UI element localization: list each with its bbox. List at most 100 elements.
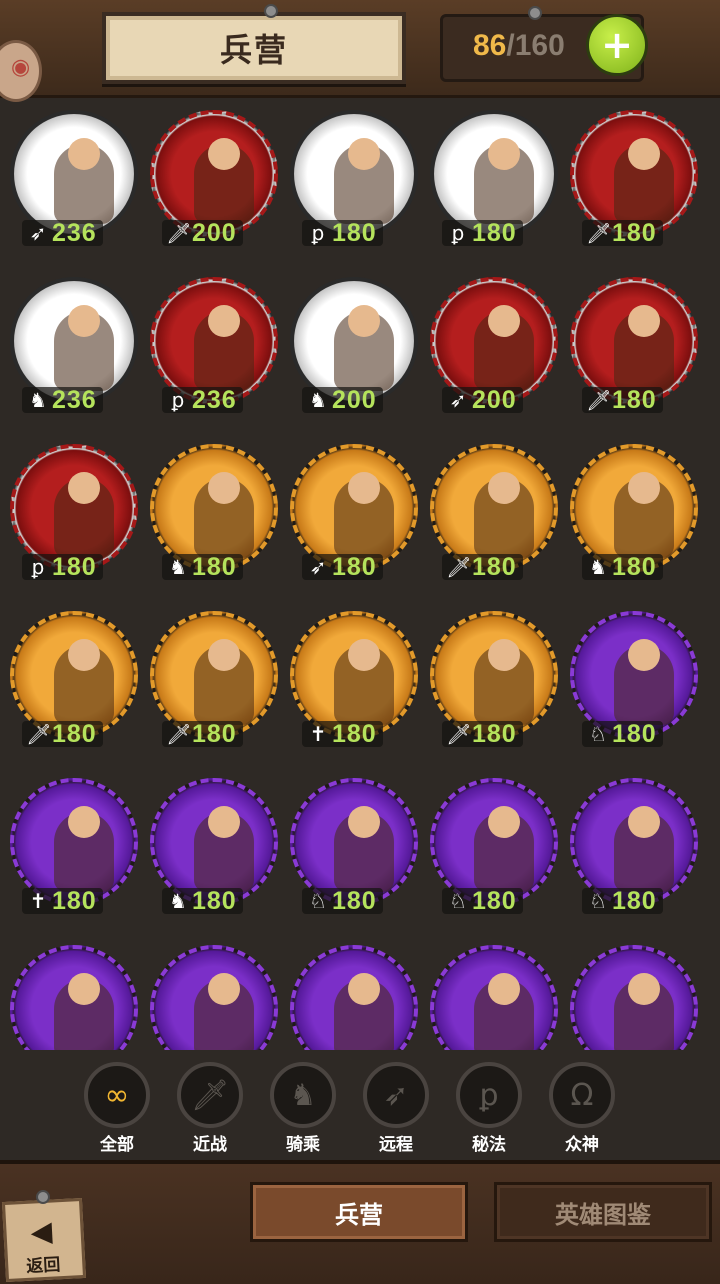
- unit-power-value: 180: [472, 218, 517, 247]
- filter-mount[interactable]: ♞ 骑乘: [265, 1062, 341, 1158]
- back-arrow-icon: ◀: [29, 1214, 53, 1249]
- unit-card[interactable]: ꝑ 180: [4, 438, 144, 598]
- unit-power-value: 180: [612, 886, 657, 915]
- unit-figure: [614, 806, 674, 892]
- add-capacity-button[interactable]: +: [586, 14, 648, 76]
- unit-card[interactable]: ♞ 200: [284, 271, 424, 431]
- ranged-bow-icon: ➶: [29, 221, 47, 245]
- unit-card[interactable]: 🗡 180: [4, 605, 144, 765]
- mount-divine-icon: ♘: [309, 889, 327, 913]
- unit-figure: [334, 639, 394, 725]
- unit-card[interactable]: ➶ 180: [284, 438, 424, 598]
- filter-label: 众神: [565, 1135, 599, 1155]
- unit-card[interactable]: ♘ 180: [564, 772, 704, 932]
- top-bar: ◉ 兵营 86/160 +: [0, 0, 720, 102]
- filter-all[interactable]: ∞ 全部: [79, 1062, 155, 1158]
- unit-card[interactable]: ♘ 180: [284, 772, 424, 932]
- mount-horse-icon: ♞: [29, 388, 47, 412]
- unit-power-value: 180: [52, 719, 97, 748]
- unit-card[interactable]: 🗡 200: [144, 104, 284, 264]
- unit-power-value: 180: [472, 886, 517, 915]
- unit-card[interactable]: ✝ 180: [284, 605, 424, 765]
- filter-magic[interactable]: ꝑ 秘法: [451, 1062, 527, 1158]
- unit-card[interactable]: ꝑ 180: [284, 104, 424, 264]
- filter-label: 秘法: [472, 1135, 506, 1155]
- filter-ranged[interactable]: ➶ 远程: [358, 1062, 434, 1158]
- unit-card[interactable]: ꝑ 180: [424, 104, 564, 264]
- unit-stat: ♘ 180: [582, 886, 663, 915]
- unit-figure: [54, 472, 114, 558]
- unit-figure: [614, 639, 674, 725]
- unit-card[interactable]: 🗡 180: [424, 438, 564, 598]
- capacity-current: 86: [473, 29, 507, 62]
- unit-stat: ♞ 236: [22, 386, 103, 414]
- capacity-max: 160: [514, 29, 565, 62]
- filter-melee[interactable]: 🗡 近战: [172, 1062, 248, 1158]
- side-menu-button[interactable]: ◉: [0, 40, 42, 102]
- unit-card[interactable]: [284, 939, 424, 1050]
- magic-scroll-icon: ꝑ: [311, 221, 325, 245]
- mount-horse-icon: ♞: [309, 388, 327, 412]
- unit-card[interactable]: ✝ 180: [4, 772, 144, 932]
- mount-divine-icon: ♘: [589, 889, 607, 913]
- unit-card[interactable]: ♞ 180: [144, 438, 284, 598]
- omega-icon: Ω: [549, 1062, 615, 1128]
- unit-card[interactable]: [144, 939, 284, 1050]
- unit-portrait: [290, 945, 418, 1050]
- unit-stat: 🗡 180: [442, 552, 523, 581]
- unit-power-value: 236: [192, 385, 237, 414]
- unit-card[interactable]: ♞ 236: [4, 271, 144, 431]
- unit-card[interactable]: 🗡 180: [564, 104, 704, 264]
- unit-card[interactable]: ➶ 236: [4, 104, 144, 264]
- back-button[interactable]: ◀ 返回: [1, 1197, 87, 1283]
- unit-power-value: 180: [332, 886, 377, 915]
- unit-card[interactable]: ♞ 180: [144, 772, 284, 932]
- unit-stat: ♘ 180: [442, 886, 523, 915]
- unit-card[interactable]: [424, 939, 564, 1050]
- filter-label: 骑乘: [286, 1135, 320, 1155]
- page-title: 兵营: [102, 12, 406, 84]
- filter-label: 远程: [379, 1135, 413, 1155]
- unit-stat: ♘ 180: [302, 886, 383, 915]
- pin-icon: [528, 6, 542, 20]
- unit-card[interactable]: ♞ 180: [564, 438, 704, 598]
- unit-portrait: [10, 945, 138, 1050]
- unit-stat: ➶ 180: [302, 552, 383, 581]
- unit-power-value: 180: [472, 552, 517, 581]
- unit-figure: [54, 639, 114, 725]
- melee-sword-icon: 🗡: [166, 722, 192, 746]
- unit-stat: ꝑ 236: [162, 385, 243, 414]
- unit-card[interactable]: 🗡 180: [144, 605, 284, 765]
- unit-figure: [334, 472, 394, 558]
- unit-card[interactable]: 🗡 180: [424, 605, 564, 765]
- unit-card[interactable]: ♘ 180: [424, 772, 564, 932]
- melee-sword-icon: 🗡: [166, 221, 192, 245]
- unit-card[interactable]: [564, 939, 704, 1050]
- tab-barracks[interactable]: 兵营: [250, 1182, 468, 1242]
- magic-scroll-icon: ꝑ: [171, 388, 185, 412]
- melee-sword-icon: 🗡: [586, 221, 612, 245]
- unit-power-value: 180: [332, 552, 377, 581]
- mount-horse-icon: ♞: [169, 889, 187, 913]
- unit-card[interactable]: 🗡 180: [564, 271, 704, 431]
- unit-figure: [334, 138, 394, 224]
- unit-figure: [474, 472, 534, 558]
- unit-power-value: 236: [52, 218, 97, 247]
- filter-gods[interactable]: Ω 众神: [544, 1062, 620, 1158]
- holy-cross-icon: ✝: [309, 722, 327, 746]
- unit-card[interactable]: ꝑ 236: [144, 271, 284, 431]
- unit-figure: [194, 806, 254, 892]
- unit-card[interactable]: ♘ 180: [564, 605, 704, 765]
- unit-stat: ♞ 180: [162, 553, 243, 581]
- filter-label: 全部: [100, 1135, 134, 1155]
- unit-card[interactable]: [4, 939, 144, 1050]
- unit-power-value: 180: [472, 719, 517, 748]
- unit-stat: ♞ 180: [582, 553, 663, 581]
- filter-label: 近战: [193, 1135, 227, 1155]
- unit-stat: 🗡 180: [582, 386, 663, 414]
- unit-figure: [474, 973, 534, 1050]
- unit-portrait: [570, 945, 698, 1050]
- unit-power-value: 180: [52, 552, 97, 581]
- unit-card[interactable]: ➶ 200: [424, 271, 564, 431]
- tab-hero-codex[interactable]: 英雄图鉴: [494, 1182, 712, 1242]
